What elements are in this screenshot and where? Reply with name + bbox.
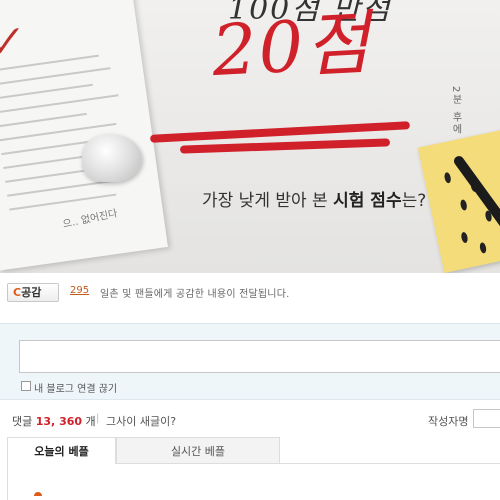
score-underline-2 (179, 138, 391, 154)
comment-form: 내 블로그 연결 끊기 (0, 323, 500, 400)
tab-today-best[interactable]: 오늘의 베플 (7, 437, 116, 464)
sympathy-bar: C공감 295 일촌 및 팬들에게 공감한 내용이 전달됩니다. (0, 273, 500, 310)
blog-link-checkbox[interactable] (21, 381, 31, 391)
comments-header: 댓글 13, 360 개 | 그사이 새글이? 작성자명 (0, 409, 500, 432)
sympathy-count[interactable]: 295 (70, 285, 89, 296)
author-label: 작성자명 (428, 415, 469, 428)
headline-post: 는? (401, 191, 427, 211)
event-banner: ✓ 100점 만점 20점 가장 낮게 받아 본 시험 점수는? 2분 후에 으… (0, 0, 500, 273)
test-paper-image: ✓ (0, 0, 168, 271)
tab-panel (7, 464, 500, 500)
sympathy-button-label: 공감 (21, 286, 42, 299)
blog-link-checkbox-label: 내 블로그 연결 끊기 (34, 384, 118, 395)
header-separator: | (96, 413, 100, 424)
author-search-input[interactable] (473, 409, 500, 428)
best-comments-tabs: 오늘의 베플 실시간 베플 (7, 437, 500, 500)
comment-input[interactable] (19, 340, 500, 373)
red-check-mark: ✓ (0, 15, 25, 69)
comment-count-label: 댓글 (12, 415, 33, 428)
headline-bold: 시험 점수 (333, 191, 402, 211)
sympathy-c-icon: C (13, 286, 22, 299)
comment-count-unit: 개 (85, 415, 96, 428)
headline-pre: 가장 낮게 받아 본 (202, 191, 334, 211)
best-badge-icon (34, 492, 42, 496)
sympathy-text: 일촌 및 팬들에게 공감한 내용이 전달됩니다. (100, 289, 290, 300)
banner-score: 20점 (209, 1, 374, 93)
scribble-right: 2분 후에 (450, 86, 461, 136)
crumpled-paper-image (82, 134, 142, 182)
tab-realtime-best[interactable]: 실시간 베플 (116, 437, 280, 464)
comment-count-value: 13, 360 (35, 415, 83, 428)
banner-headline: 가장 낮게 받아 본 시험 점수는? (202, 186, 426, 211)
new-comments-link[interactable]: 그사이 새글이? (106, 413, 176, 429)
comment-count: 댓글 13, 360 개 (12, 413, 96, 429)
sympathy-button[interactable]: C공감 (7, 283, 59, 302)
